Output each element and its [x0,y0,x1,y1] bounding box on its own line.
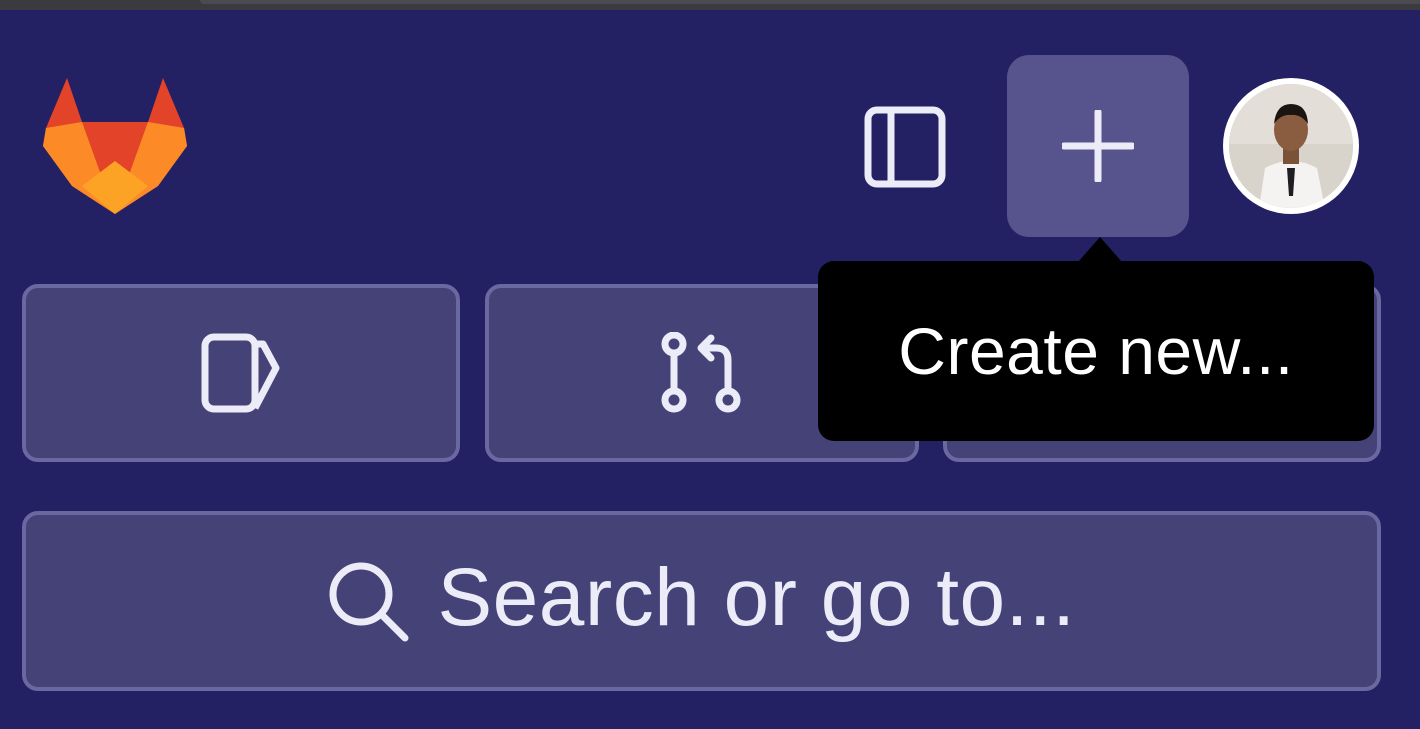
search-icon [329,562,409,642]
issues-shortcut-button[interactable] [22,284,460,462]
search-or-go-to-button[interactable]: Search or go to... [22,511,1381,691]
plus-icon [1062,110,1134,182]
tooltip-arrow [1078,237,1122,262]
create-new-tooltip: Create new... [818,261,1374,441]
avatar-photo [1229,84,1353,208]
create-new-button[interactable] [1007,55,1189,237]
gitlab-logo-icon[interactable] [42,76,188,216]
search-label: Search or go to... [437,552,1076,643]
sidebar-panel-icon [864,106,946,188]
window-top-edge [0,0,1420,10]
merge-request-icon [661,332,741,413]
issues-icon [201,333,280,413]
sidebar-toggle-button[interactable] [862,104,948,190]
tooltip-text: Create new... [898,314,1294,388]
user-avatar[interactable] [1223,78,1359,214]
